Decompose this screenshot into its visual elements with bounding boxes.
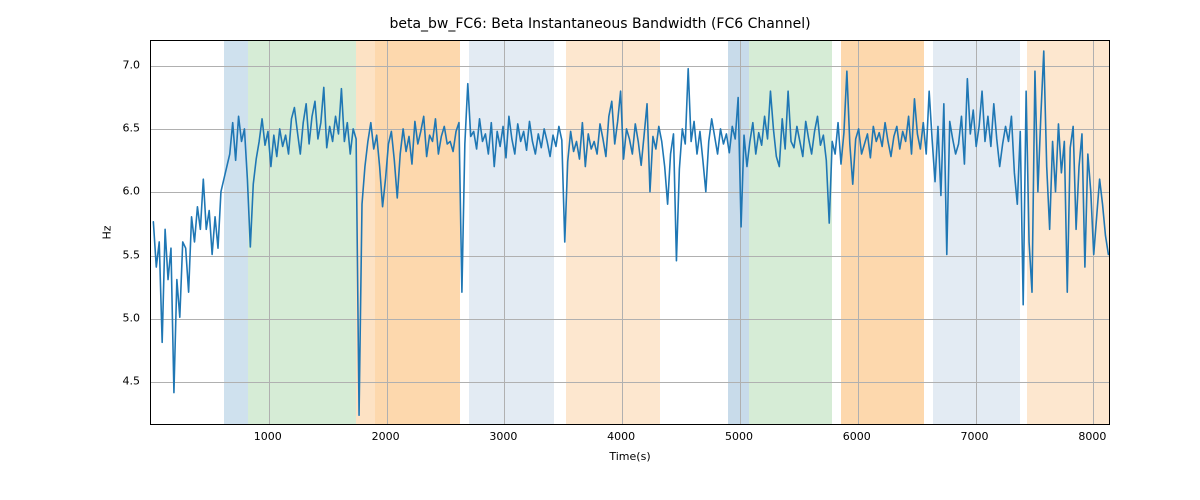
x-tick-label: 7000 <box>961 430 989 443</box>
x-tick-label: 8000 <box>1078 430 1106 443</box>
y-tick-label: 6.0 <box>123 185 141 198</box>
y-tick-label: 4.5 <box>123 374 141 387</box>
x-tick-label: 6000 <box>843 430 871 443</box>
x-tick-label: 3000 <box>489 430 517 443</box>
y-tick-label: 6.5 <box>123 122 141 135</box>
plot-area <box>150 40 1110 425</box>
x-axis-label: Time(s) <box>150 450 1110 463</box>
x-tick-label: 5000 <box>725 430 753 443</box>
y-tick-label: 5.5 <box>123 248 141 261</box>
chart-title: beta_bw_FC6: Beta Instantaneous Bandwidt… <box>0 16 1200 32</box>
x-tick-label: 2000 <box>372 430 400 443</box>
x-tick-label: 4000 <box>607 430 635 443</box>
y-tick-label: 7.0 <box>123 59 141 72</box>
y-axis-label: Hz <box>100 40 114 425</box>
line-series <box>151 41 1109 424</box>
figure: beta_bw_FC6: Beta Instantaneous Bandwidt… <box>0 0 1200 500</box>
y-tick-label: 5.0 <box>123 311 141 324</box>
x-tick-label: 1000 <box>254 430 282 443</box>
